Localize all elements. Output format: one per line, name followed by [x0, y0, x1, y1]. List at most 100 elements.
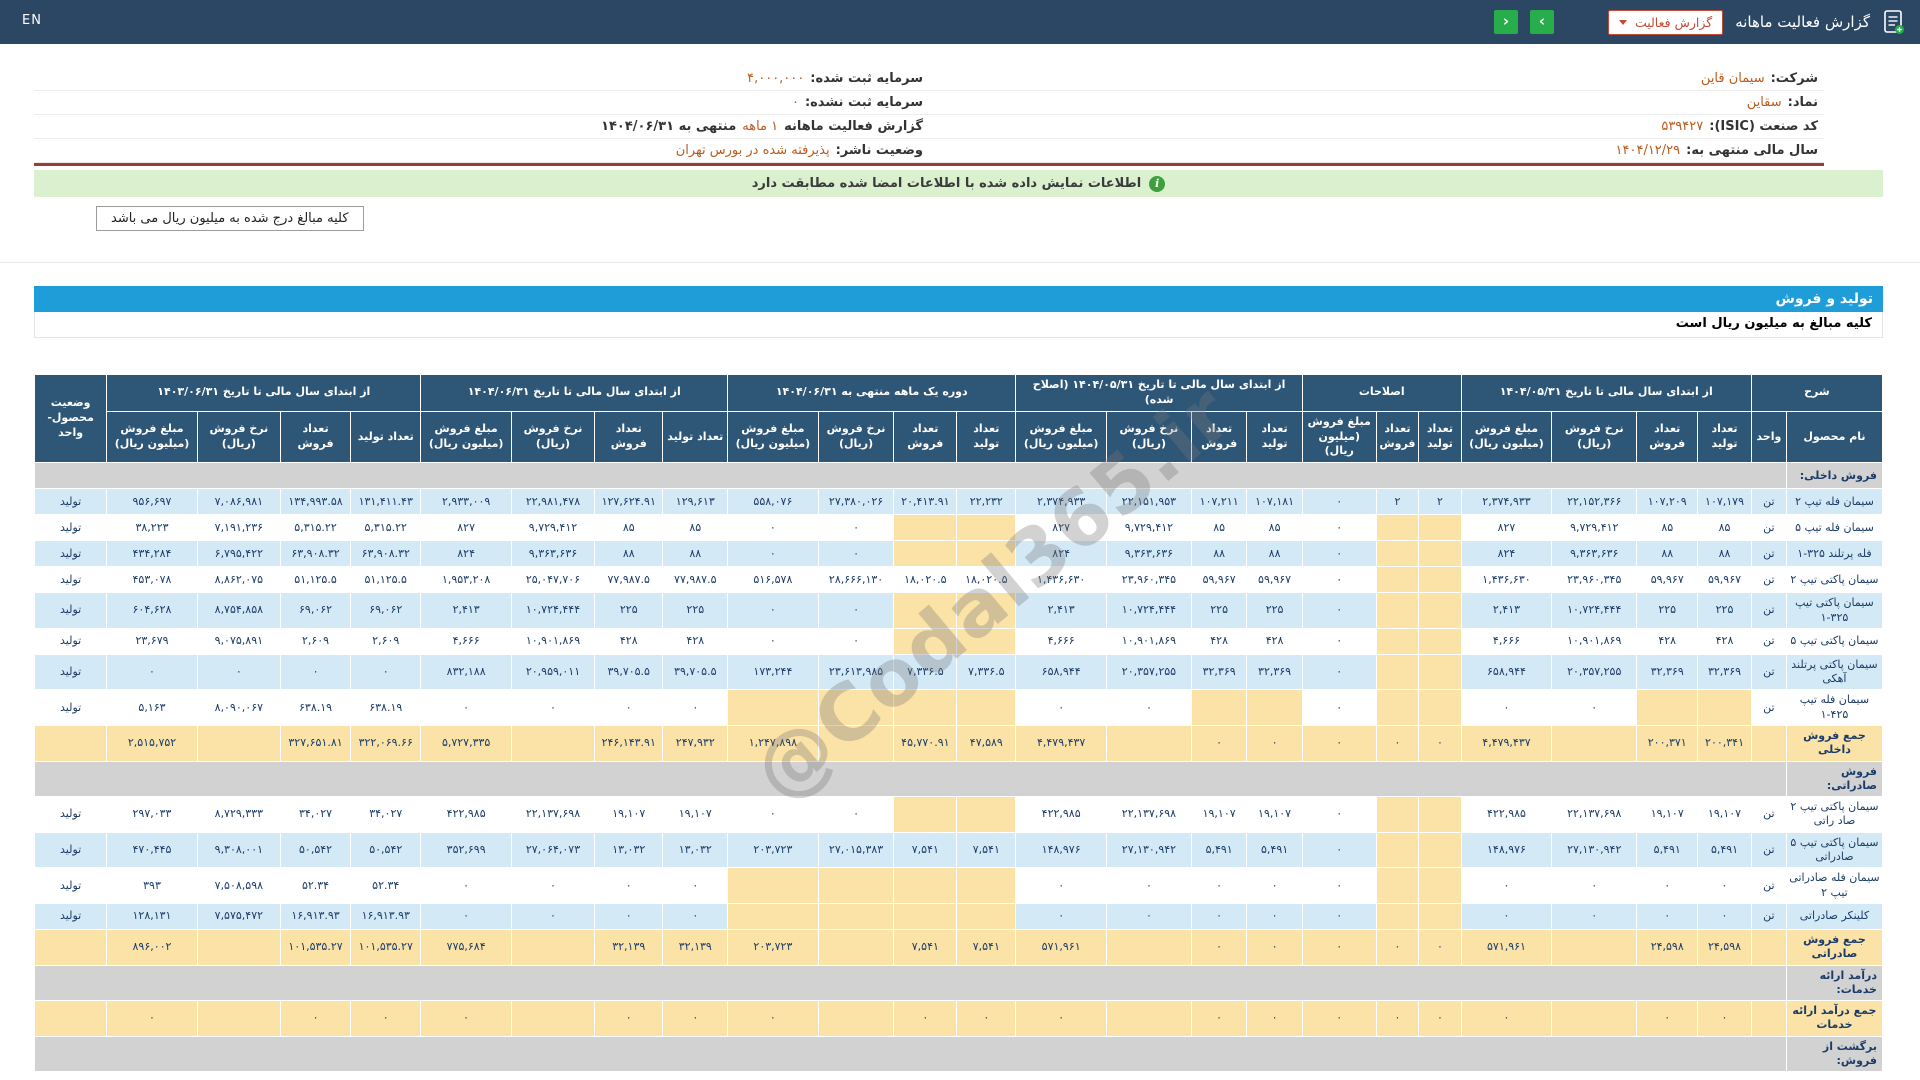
value-cell: ۰ [106, 653, 198, 691]
value-cell: ۷,۵۷۵,۴۷۲ [196, 902, 281, 930]
value-cell: ۱۰,۷۲۴,۴۴۴ [1551, 592, 1638, 629]
value-cell: ۲۷,۱۳۰,۹۴۲ [1105, 831, 1192, 869]
previous-report-button[interactable]: ‹ [1493, 10, 1518, 34]
value-cell: ۲۴,۵۹۸ [1697, 928, 1752, 966]
column-header: نرخ فروش (ریال) [1551, 410, 1638, 464]
value-cell [893, 592, 958, 629]
unit-cell: تن [1750, 566, 1787, 594]
value-cell: ۰ [594, 902, 664, 930]
value-cell: ۹,۳۶۳,۶۳۶ [1105, 540, 1192, 568]
value-cell [1418, 653, 1462, 691]
value-cell: ۰ [1551, 902, 1638, 930]
status-cell [33, 928, 108, 966]
value-cell: ۰ [1301, 488, 1377, 516]
value-cell: ۸۲۴ [1015, 540, 1107, 568]
value-cell [893, 867, 958, 904]
value-cell: ۴۲۸ [1697, 627, 1752, 655]
value-cell: ۱۴۸,۹۷۶ [1015, 831, 1107, 869]
info-label: شرکت: [1770, 71, 1818, 86]
value-cell: ۲,۴۱۳ [1460, 592, 1553, 629]
value-cell [1551, 1000, 1638, 1037]
status-cell [33, 1000, 108, 1037]
value-cell: ۰ [1418, 928, 1462, 966]
value-cell: ۰ [662, 1000, 729, 1037]
value-cell: ۴۲۲,۹۸۵ [1015, 796, 1107, 833]
status-cell: تولید [33, 627, 108, 655]
info-label: نماد: [1787, 95, 1818, 110]
value-cell: ۲,۵۱۵,۷۵۲ [106, 725, 198, 762]
value-cell: ۱۰,۷۲۴,۴۴۴ [510, 592, 596, 629]
value-cell: ۲۹۷,۰۳۳ [106, 796, 198, 833]
value-cell [817, 928, 895, 966]
info-value: سقاین [1746, 95, 1782, 110]
info-value: ۴,۰۰۰,۰۰۰ [747, 71, 805, 86]
column-header: تعداد تولید [956, 410, 1017, 464]
value-cell: ۴,۶۶۶ [1015, 627, 1107, 655]
status-cell: تولید [33, 566, 108, 594]
amounts-note-box: کلیه مبالغ درج شده به میلیون ریال می باش… [96, 206, 364, 231]
value-cell: ۰ [1246, 902, 1303, 930]
value-cell [893, 902, 958, 930]
value-cell: ۵۹,۹۶۷ [1697, 566, 1752, 594]
value-cell: ۲۳,۹۶۰,۳۴۵ [1105, 566, 1192, 594]
info-label: سرمایه ثبت شده: [810, 71, 923, 86]
value-cell: ۳۴,۰۲۷ [279, 796, 352, 833]
value-cell: ۱۶,۹۱۳.۹۳ [350, 902, 422, 930]
value-cell: ۰ [1246, 725, 1303, 762]
value-cell: ۳۵۲,۶۹۹ [420, 831, 512, 869]
column-header: تعداد فروش [893, 410, 958, 464]
value-cell: ۰ [1551, 867, 1638, 904]
value-cell: ۸۵ [662, 514, 729, 542]
value-cell: ۴۳۴,۲۸۴ [106, 540, 198, 568]
value-cell [1551, 928, 1638, 966]
value-cell: ۸۵ [594, 514, 664, 542]
value-cell: ۵۰,۵۴۲ [279, 831, 352, 869]
value-cell: ۲۸,۶۶۶,۱۳۰ [817, 566, 895, 594]
value-cell: ۲۷,۰۱۵,۳۸۳ [817, 831, 895, 869]
report-type-dropdown[interactable]: گزارش فعالیت [1607, 9, 1724, 35]
value-cell [510, 725, 596, 762]
column-group-header: اصلاحات [1301, 374, 1462, 412]
info-label: کد صنعت (ISIC): [1709, 119, 1818, 134]
value-cell: ۴,۴۷۹,۴۳۷ [1015, 725, 1107, 762]
value-cell: ۸۲۷ [1460, 514, 1553, 542]
value-cell: ۸۹۶,۰۰۲ [106, 928, 198, 966]
value-cell: ۰ [1697, 1000, 1752, 1037]
value-cell [1105, 725, 1192, 762]
value-cell: ۰ [1301, 689, 1377, 726]
value-cell: ۰ [727, 514, 819, 542]
banner-text: اطلاعات نمایش داده شده با اطلاعات امضا ش… [751, 176, 1142, 191]
value-cell [196, 725, 281, 762]
product-name-cell: فله پرتلند ۳۲۵-۱ [1785, 540, 1884, 568]
language-switch-en[interactable]: EN [22, 13, 42, 28]
value-cell: ۴۲۸ [1190, 627, 1248, 655]
value-cell: ۰ [510, 689, 596, 726]
value-cell [956, 514, 1017, 542]
value-cell: ۳۲,۳۶۹ [1246, 653, 1303, 691]
report-type-label: گزارش فعالیت [1634, 14, 1713, 30]
value-cell: ۰ [510, 902, 596, 930]
product-name-cell: جمع درآمد ارائه خدمات [1785, 1000, 1884, 1037]
value-cell: ۰ [727, 796, 819, 833]
value-cell: ۹۵۶,۶۹۷ [106, 488, 198, 516]
value-cell [727, 902, 819, 930]
status-cell: تولید [33, 540, 108, 568]
value-cell: ۱۹,۱۰۷ [1636, 796, 1699, 833]
value-cell: ۰ [1301, 725, 1377, 762]
chevron-right-icon: › [1538, 12, 1546, 30]
value-cell: ۲۰۳,۷۲۳ [727, 928, 819, 966]
value-cell: ۷,۵۴۱ [893, 928, 958, 966]
value-cell: ۸۸ [662, 540, 729, 568]
value-cell [1418, 796, 1462, 833]
value-cell: ۰ [1301, 831, 1377, 869]
value-cell: ۰ [1301, 902, 1377, 930]
value-cell: ۷,۵۴۱ [956, 831, 1017, 869]
value-cell: ۹,۳۶۳,۶۳۶ [1551, 540, 1638, 568]
next-report-button[interactable]: › [1529, 10, 1554, 34]
value-cell: ۲۴۶,۱۴۳.۹۱ [594, 725, 664, 762]
value-cell: ۱,۴۳۶,۶۳۰ [1015, 566, 1107, 594]
value-cell: ۱۲۷,۶۲۴.۹۱ [594, 488, 664, 516]
value-cell: ۰ [1190, 867, 1248, 904]
value-cell: ۰ [1301, 1000, 1377, 1037]
value-cell: ۱۲۸,۱۳۱ [106, 902, 198, 930]
